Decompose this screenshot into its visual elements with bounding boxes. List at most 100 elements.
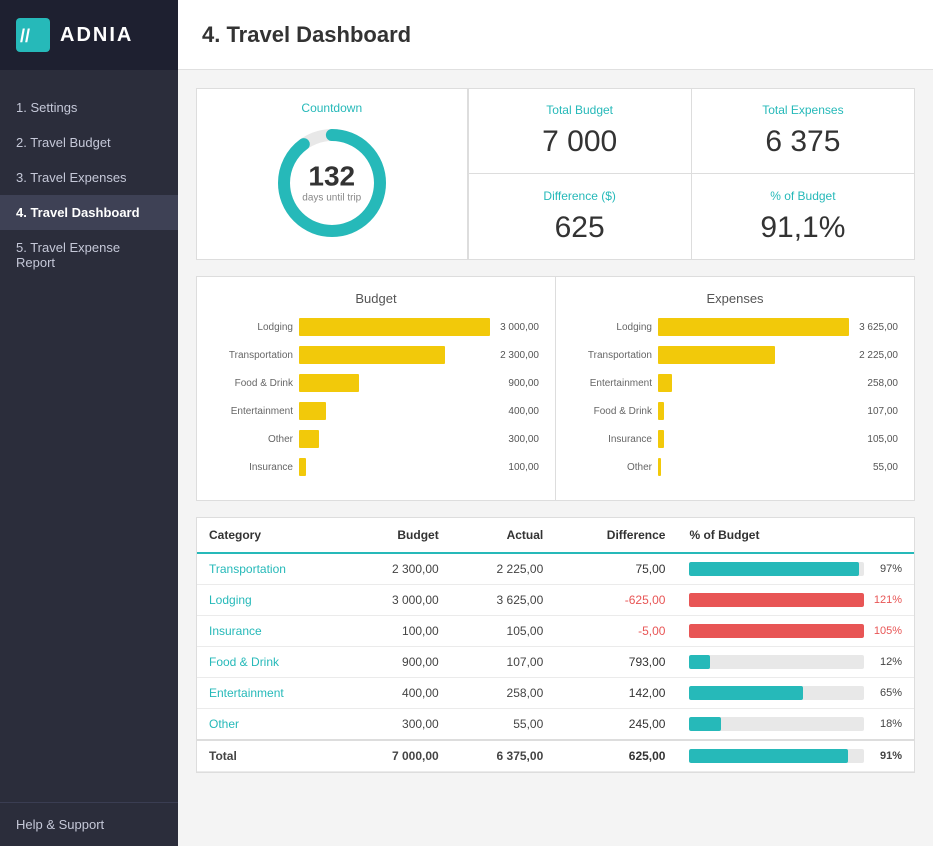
bar-fill xyxy=(299,458,306,476)
page-title: 4. Travel Dashboard xyxy=(178,0,933,70)
cell-actual: 6 375,00 xyxy=(451,740,556,772)
bar-value: 900,00 xyxy=(508,378,539,389)
table-row: Transportation2 300,002 225,0075,0097% xyxy=(197,553,914,585)
cell-pct: 105% xyxy=(677,616,914,647)
pct-text: 12% xyxy=(870,656,902,668)
help-support-link[interactable]: Help & Support xyxy=(0,802,178,846)
bar-value: 3 000,00 xyxy=(500,322,539,333)
cell-actual: 2 225,00 xyxy=(451,553,556,585)
expenses-chart-title: Expenses xyxy=(572,291,898,306)
sidebar: // ADNIA 1. Settings2. Travel Budget3. T… xyxy=(0,0,178,846)
col-actual: Actual xyxy=(451,518,556,553)
bar-value: 3 625,00 xyxy=(859,322,898,333)
cell-budget: 300,00 xyxy=(346,709,451,741)
bar-container xyxy=(299,374,498,392)
cell-budget: 2 300,00 xyxy=(346,553,451,585)
bar-row: Lodging 3 625,00 xyxy=(572,318,898,336)
cell-pct: 121% xyxy=(677,585,914,616)
bar-row: Food & Drink 900,00 xyxy=(213,374,539,392)
bar-fill xyxy=(658,374,672,392)
countdown-label: Countdown xyxy=(301,101,362,115)
cell-category: Insurance xyxy=(197,616,346,647)
cell-category: Entertainment xyxy=(197,678,346,709)
difference-card: Difference ($) 625 xyxy=(468,174,691,259)
pct-text: 65% xyxy=(870,687,902,699)
cell-difference: -5,00 xyxy=(555,616,677,647)
table-row: Food & Drink900,00107,00793,0012% xyxy=(197,647,914,678)
nav-list: 1. Settings2. Travel Budget3. Travel Exp… xyxy=(0,70,178,802)
bar-label: Other xyxy=(572,462,652,473)
sidebar-item-settings[interactable]: 1. Settings xyxy=(0,90,178,125)
logo-text: ADNIA xyxy=(60,24,133,47)
bar-label: Lodging xyxy=(213,322,293,333)
bar-container xyxy=(658,402,857,420)
bar-label: Food & Drink xyxy=(213,378,293,389)
logo-icon: // xyxy=(16,18,50,52)
bar-container xyxy=(658,430,857,448)
sidebar-item-travel-dashboard[interactable]: 4. Travel Dashboard xyxy=(0,195,178,230)
pct-budget-label: % of Budget xyxy=(712,189,894,203)
bar-value: 400,00 xyxy=(508,406,539,417)
countdown-sub: days until trip xyxy=(302,193,361,204)
bar-label: Transportation xyxy=(213,350,293,361)
countdown-card: Countdown 132 days until trip xyxy=(197,89,468,259)
bar-row: Lodging 3 000,00 xyxy=(213,318,539,336)
difference-label: Difference ($) xyxy=(489,189,671,203)
pct-text: 18% xyxy=(870,718,902,730)
table-row: Other300,0055,00245,0018% xyxy=(197,709,914,741)
col-difference: Difference xyxy=(555,518,677,553)
expenses-chart: Expenses Lodging3 625,00Transportation2 … xyxy=(556,277,914,500)
bar-label: Lodging xyxy=(572,322,652,333)
bar-container xyxy=(658,458,863,476)
bar-fill xyxy=(299,346,445,364)
pct-text: 105% xyxy=(870,625,902,637)
cell-budget: 3 000,00 xyxy=(346,585,451,616)
svg-text://: // xyxy=(20,26,30,46)
bar-container xyxy=(658,374,857,392)
bar-fill xyxy=(658,346,775,364)
cell-category: Food & Drink xyxy=(197,647,346,678)
cell-actual: 3 625,00 xyxy=(451,585,556,616)
expenses-bars: Lodging3 625,00Transportation2 225,00Ent… xyxy=(572,318,898,476)
pct-text: 97% xyxy=(870,563,902,575)
cell-actual: 55,00 xyxy=(451,709,556,741)
table-header-row: Category Budget Actual Difference % of B… xyxy=(197,518,914,553)
bar-label: Transportation xyxy=(572,350,652,361)
cell-budget: 7 000,00 xyxy=(346,740,451,772)
sidebar-item-travel-budget[interactable]: 2. Travel Budget xyxy=(0,125,178,160)
budget-chart-title: Budget xyxy=(213,291,539,306)
bar-value: 258,00 xyxy=(867,378,898,389)
cell-actual: 107,00 xyxy=(451,647,556,678)
donut-center: 132 days until trip xyxy=(302,163,361,204)
bar-label: Insurance xyxy=(213,462,293,473)
logo-area: // ADNIA xyxy=(0,0,178,70)
bar-container xyxy=(658,318,849,336)
bar-container xyxy=(299,458,498,476)
bar-fill xyxy=(299,374,359,392)
cell-category: Transportation xyxy=(197,553,346,585)
bar-fill xyxy=(299,402,326,420)
budget-bars: Lodging 3 000,00 Transportation 2 300,00 Foo… xyxy=(213,318,539,476)
bar-container xyxy=(299,318,490,336)
cell-actual: 258,00 xyxy=(451,678,556,709)
total-budget-label: Total Budget xyxy=(489,103,671,117)
bar-label: Food & Drink xyxy=(572,406,652,417)
bar-value: 55,00 xyxy=(873,462,898,473)
bar-value: 2 300,00 xyxy=(500,350,539,361)
total-expenses-value: 6 375 xyxy=(712,125,894,159)
sidebar-item-travel-expense-report[interactable]: 5. Travel Expense Report xyxy=(0,230,178,280)
bar-row: Insurance100,00 xyxy=(213,458,539,476)
cell-difference: 245,00 xyxy=(555,709,677,741)
col-budget: Budget xyxy=(346,518,451,553)
cell-difference: 142,00 xyxy=(555,678,677,709)
bar-row: Entertainment400,00 xyxy=(213,402,539,420)
difference-value: 625 xyxy=(489,211,671,245)
cell-pct: 18% xyxy=(677,709,914,741)
bar-label: Entertainment xyxy=(572,378,652,389)
cell-category: Lodging xyxy=(197,585,346,616)
bar-fill xyxy=(299,318,490,336)
pct-text: 91% xyxy=(870,750,902,762)
bar-row: Other300,00 xyxy=(213,430,539,448)
cell-difference: 625,00 xyxy=(555,740,677,772)
sidebar-item-travel-expenses[interactable]: 3. Travel Expenses xyxy=(0,160,178,195)
